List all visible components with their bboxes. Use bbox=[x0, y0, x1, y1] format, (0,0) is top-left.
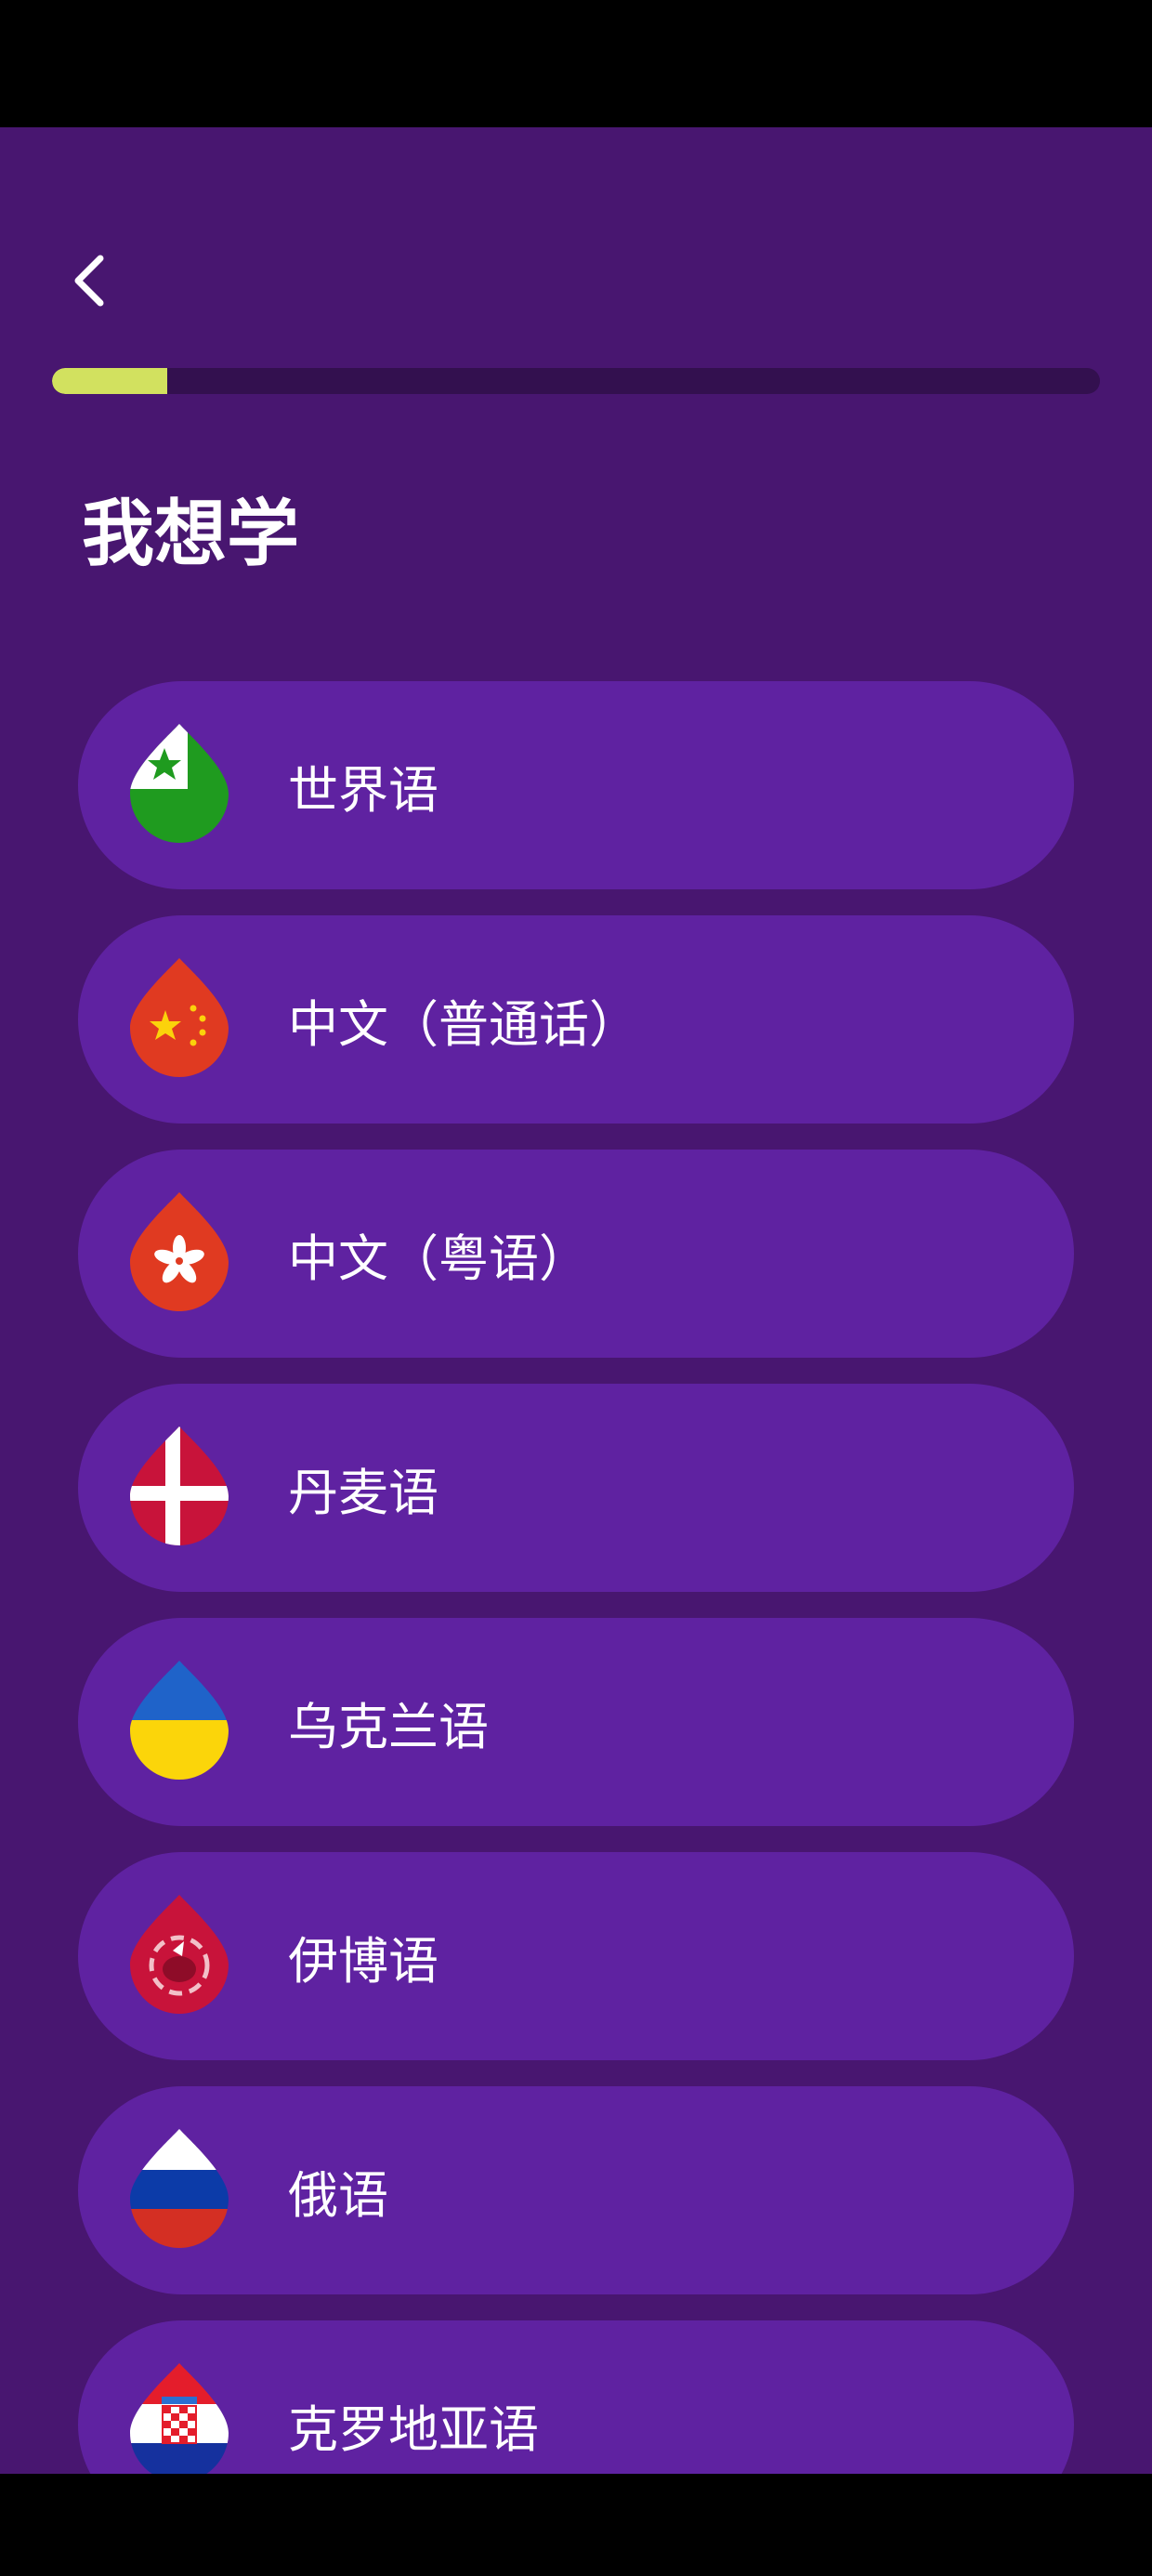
course-label: 世界语 bbox=[288, 760, 439, 820]
course-label: 伊博语 bbox=[288, 1931, 439, 1991]
course-label: 乌克兰语 bbox=[288, 1697, 489, 1756]
course-label: 丹麦语 bbox=[288, 1463, 439, 1522]
course-label: 俄语 bbox=[288, 2165, 388, 2225]
china-flag-icon bbox=[130, 958, 229, 1077]
russia-flag-icon bbox=[130, 2129, 229, 2248]
course-item-chinese-cantonese[interactable]: 中文（粤语） bbox=[78, 1150, 1074, 1358]
course-item-ukrainian[interactable]: 乌克兰语 bbox=[78, 1618, 1074, 1826]
system-navigation-bar bbox=[0, 2474, 1152, 2576]
course-label: 中文（普通话） bbox=[288, 994, 639, 1054]
course-list: 世界语 中文（普通话） 中文（粤语） 丹麦语 乌克兰语 伊博语 俄语 克罗地亚语 bbox=[78, 681, 1074, 2474]
course-item-danish[interactable]: 丹麦语 bbox=[78, 1384, 1074, 1592]
course-item-esperanto[interactable]: 世界语 bbox=[78, 681, 1074, 889]
back-button[interactable] bbox=[48, 240, 130, 322]
page-title: 我想学 bbox=[82, 493, 300, 576]
esperanto-flag-icon bbox=[130, 724, 229, 843]
language-selection-screen: 我想学 世界语 中文（普通话） 中文（粤语） 丹麦语 乌克兰语 伊博语 俄语 克… bbox=[0, 127, 1152, 2474]
ukraine-flag-icon bbox=[130, 1661, 229, 1780]
course-item-russian[interactable]: 俄语 bbox=[78, 2086, 1074, 2294]
course-item-igbo[interactable]: 伊博语 bbox=[78, 1852, 1074, 2060]
denmark-flag-icon bbox=[130, 1426, 229, 1545]
course-label: 克罗地亚语 bbox=[288, 2399, 539, 2459]
croatia-flag-icon bbox=[130, 2363, 229, 2474]
course-item-chinese-mandarin[interactable]: 中文（普通话） bbox=[78, 915, 1074, 1124]
hong-kong-flag-icon bbox=[130, 1192, 229, 1311]
course-label: 中文（粤语） bbox=[288, 1229, 589, 1288]
igbo-flag-icon bbox=[130, 1895, 229, 2014]
course-item-croatian[interactable]: 克罗地亚语 bbox=[78, 2320, 1074, 2474]
progress-fill bbox=[52, 368, 168, 394]
status-bar bbox=[0, 0, 1152, 127]
chevron-left-icon bbox=[71, 253, 108, 309]
progress-bar bbox=[52, 368, 1100, 394]
